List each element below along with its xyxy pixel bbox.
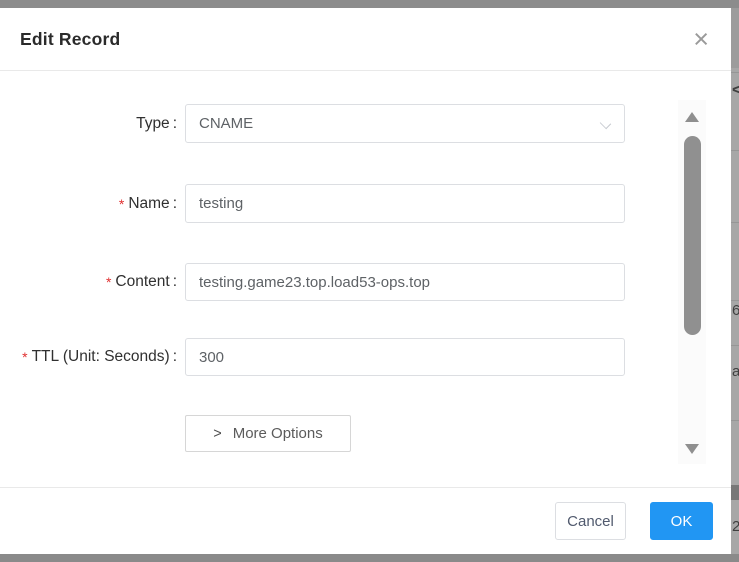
ok-button[interactable]: OK <box>650 502 713 540</box>
ttl-label: *TTL (Unit: Seconds): <box>0 348 177 366</box>
background-table-line <box>731 72 739 73</box>
form-row-ttl: *TTL (Unit: Seconds): <box>0 338 625 376</box>
required-asterisk: * <box>106 274 111 290</box>
background-table-line <box>731 300 739 301</box>
more-options-button[interactable]: > More Options <box>185 415 351 452</box>
content-input[interactable] <box>185 263 625 301</box>
chevron-down-icon <box>600 118 611 129</box>
type-select-value: CNAME <box>199 115 253 132</box>
edit-record-dialog: Edit Record × Type: CNAME *Name: *Conten… <box>0 8 731 554</box>
background-partial-text: 2 <box>732 519 739 534</box>
dimmed-background-strip: < 6 a 2 <box>731 0 739 562</box>
background-table-line <box>731 150 739 151</box>
dialog-title: Edit Record <box>20 29 120 50</box>
name-input[interactable] <box>185 184 625 223</box>
close-icon[interactable]: × <box>693 29 709 49</box>
background-band <box>731 8 739 68</box>
screen: < 6 a 2 Edit Record × Type: CNAME *Name:… <box>0 0 739 562</box>
background-table-line <box>731 345 739 346</box>
background-partial-text: a <box>732 364 739 379</box>
chevron-right-icon: > <box>213 426 221 442</box>
background-partial-text: < <box>732 82 739 97</box>
name-label: *Name: <box>0 195 177 213</box>
ttl-input[interactable] <box>185 338 625 376</box>
type-select[interactable]: CNAME <box>185 104 625 143</box>
background-table-line <box>731 420 739 421</box>
overlay-strip-top <box>0 0 739 8</box>
dialog-header: Edit Record × <box>0 8 731 71</box>
type-label: Type: <box>0 115 177 133</box>
form-row-type: Type: CNAME <box>0 104 625 143</box>
overlay-strip-bottom <box>0 554 739 562</box>
background-partial-text: 6 <box>732 303 739 318</box>
required-asterisk: * <box>119 196 124 212</box>
form-row-name: *Name: <box>0 184 625 223</box>
background-dark-block <box>731 485 739 500</box>
more-options-label: More Options <box>233 425 323 442</box>
cancel-button[interactable]: Cancel <box>555 502 626 540</box>
required-asterisk: * <box>22 349 27 365</box>
scrollbar[interactable] <box>678 100 706 464</box>
form-row-content: *Content: <box>0 263 625 301</box>
content-label: *Content: <box>0 273 177 291</box>
scroll-up-arrow-icon[interactable] <box>685 112 699 122</box>
scrollbar-thumb[interactable] <box>684 136 701 335</box>
dialog-footer: Cancel OK <box>0 487 731 554</box>
scroll-down-arrow-icon[interactable] <box>685 444 699 454</box>
background-table-line <box>731 222 739 223</box>
